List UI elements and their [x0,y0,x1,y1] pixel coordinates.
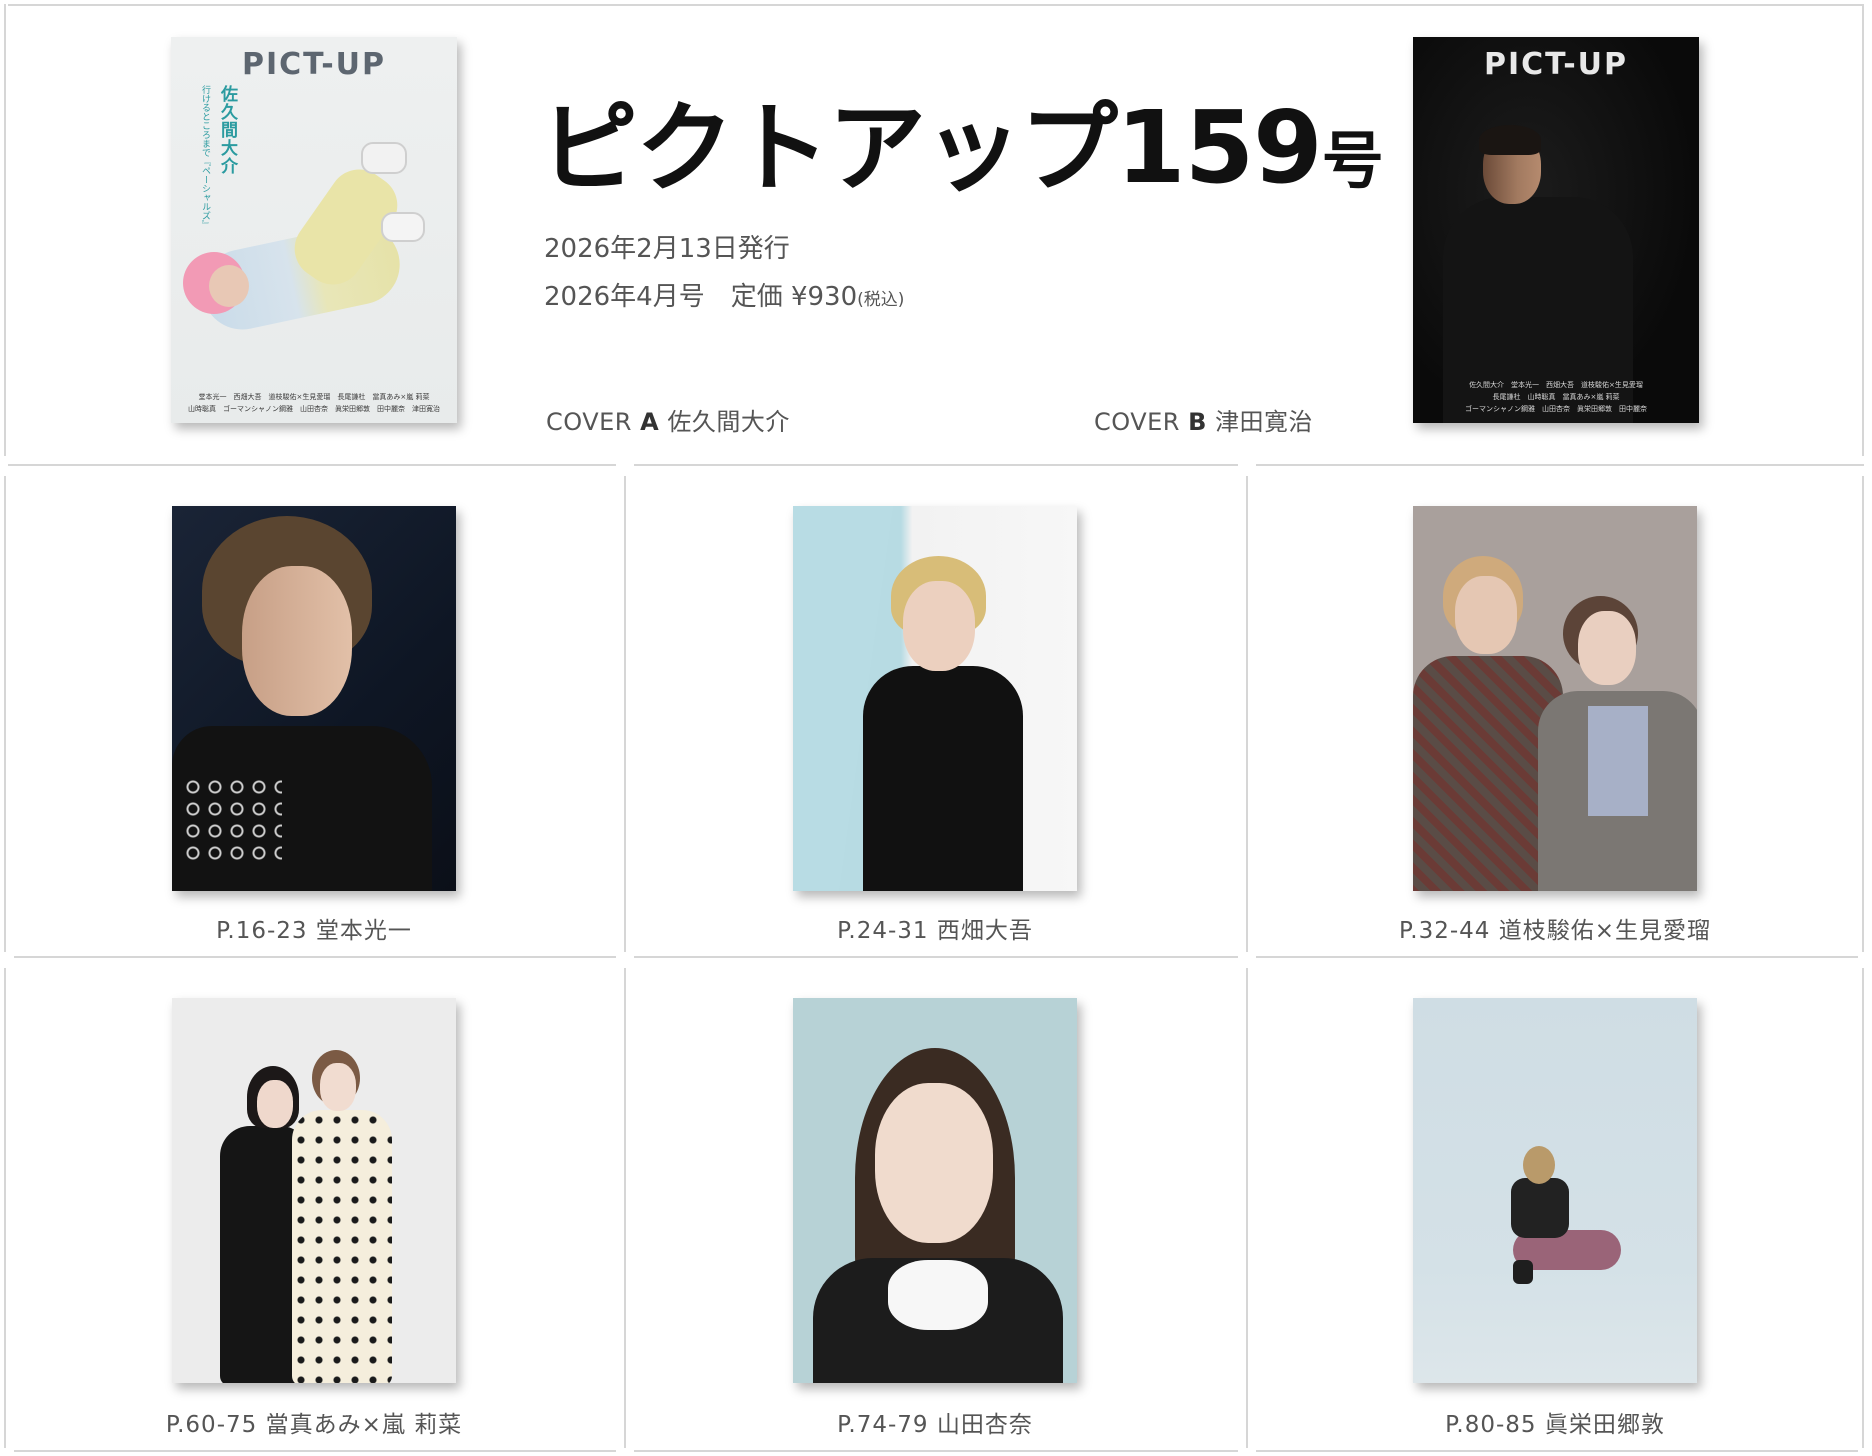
cover-a-credits: 堂本光一 西畑大吾 道枝駿佑×生見愛瑠 長尾謙杜 當真あみ×嵐 莉菜 山時聡真 … [171,391,457,415]
issue-price-tax: (税込) [857,290,905,310]
cover-a-label-prefix: COVER [546,408,632,436]
photo-jacket-rings [182,776,282,866]
issue-title-suffix: 号 [1321,124,1384,197]
cover-b-logo: PICT-UP [1483,47,1629,82]
divider-col [4,968,6,1448]
feature-photo-nishihata[interactable] [793,506,1077,891]
divider-col [624,968,626,1448]
divider-bottom [634,1450,1238,1452]
cover-a-credits-line: 山時聡真 ゴーマンシャノン鋼雅 山田杏奈 眞栄田郷敦 田中麗奈 津田寛治 [188,405,440,413]
cover-a-logo: PICT-UP [241,47,387,82]
feature-photo-maeda[interactable] [1413,998,1697,1383]
magazine-issue-page: PICT-UP 佐久間大介 行けるところまで『ペーシャルズ』 堂本光一 西畑大吾… [0,0,1872,1456]
divider-col [4,476,6,952]
photo-blouse [1588,706,1648,816]
photo-face [1578,611,1636,685]
divider-bottom [1256,1450,1858,1452]
issue-date: 2026年2月13日発行 [544,234,790,264]
divider-row [634,956,1238,958]
cover-b-credits-line: ゴーマンシャノン鋼雅 山田杏奈 眞栄田郷敦 田中麗奈 [1465,405,1647,413]
cover-a-image[interactable]: PICT-UP 佐久間大介 行けるところまで『ペーシャルズ』 堂本光一 西畑大吾… [171,37,457,423]
cover-b-label-letter: B [1188,408,1207,436]
issue-title-number: 159 [1116,89,1323,206]
cover-b-credits-line: 佐久間大介 堂本光一 西畑大吾 道枝駿佑×生見愛瑠 [1469,381,1643,389]
feature-caption: P.24-31 西畑大吾 [837,918,1033,944]
divider-col [1862,968,1864,1448]
issue-price: 2026年4月号 定価 ¥930(税込) [544,276,904,313]
photo-shoes [1513,1260,1533,1284]
photo-collar [888,1260,988,1330]
cover-a-label-letter: A [640,408,660,436]
feature-photo-domoto[interactable] [172,506,456,891]
cover-b-figure-hair [1479,125,1541,155]
cover-b-credits-line: 長尾謙杜 山時聡真 當真あみ×嵐 莉菜 [1492,393,1620,401]
photo-body [863,666,1023,891]
divider-col [1862,476,1864,952]
cover-a-label: COVER A 佐久間大介 [546,402,790,437]
feature-caption: P.60-75 當真あみ×嵐 莉菜 [165,1412,463,1438]
issue-price-main: 2026年4月号 定価 ¥930 [544,282,858,312]
cover-a-figure-shoe [361,142,407,174]
cover-a-featured-name: 佐久間大介 [217,85,237,175]
cover-b-label-prefix: COVER [1094,408,1180,436]
cover-a-credits-line: 堂本光一 西畑大吾 道枝駿佑×生見愛瑠 長尾謙杜 當真あみ×嵐 莉菜 [198,393,430,401]
divider-left-top [4,4,6,456]
cover-a-subtitle: 行けるところまで『ペーシャルズ』 [200,85,210,229]
cover-b-image[interactable]: PICT-UP 佐久間大介 堂本光一 西畑大吾 道枝駿佑×生見愛瑠 長尾謙杜 山… [1413,37,1699,423]
divider-col [1246,968,1248,1448]
photo-face [875,1083,993,1243]
cover-b-label-name: 津田寛治 [1215,408,1314,436]
divider-col [624,476,626,952]
feature-caption: P.74-79 山田杏奈 [837,1412,1033,1438]
photo-face [320,1063,356,1111]
issue-title-main: ピクトアップ [540,92,1118,206]
photo-jacket [1511,1178,1569,1238]
feature-caption: P.16-23 堂本光一 [216,918,412,944]
feature-photo-yamada[interactable] [793,998,1077,1383]
cover-b-label: COVER B 津田寛治 [1094,402,1313,437]
divider-header-bottom [1256,464,1864,466]
cover-a-figure-shoe [381,212,425,242]
divider-top [8,4,1864,6]
divider-row [1256,956,1858,958]
photo-face [242,566,352,716]
photo-face [1455,576,1517,654]
cover-b-credits: 佐久間大介 堂本光一 西畑大吾 道枝駿佑×生見愛瑠 長尾謙杜 山時聡真 當真あみ… [1413,379,1699,415]
divider-header-bottom [634,464,1238,466]
divider-header-bottom [8,464,616,466]
divider-right-top [1862,4,1864,456]
issue-title: ピクトアップ159号 [540,88,1384,221]
feature-photo-toma-arashi[interactable] [172,998,456,1383]
divider-row [14,956,616,958]
cover-a-figure-face [209,265,249,307]
divider-bottom [14,1450,616,1452]
photo-dress [292,1110,392,1383]
cover-a-label-name: 佐久間大介 [667,408,790,436]
photo-hair [1523,1146,1555,1184]
feature-caption: P.80-85 眞栄田郷敦 [1445,1412,1665,1438]
divider-col [1246,476,1248,952]
feature-caption: P.32-44 道枝駿佑×生見愛瑠 [1398,918,1711,944]
photo-face [257,1080,293,1128]
feature-photo-michieda-nukumi[interactable] [1413,506,1697,891]
photo-face [903,581,975,671]
